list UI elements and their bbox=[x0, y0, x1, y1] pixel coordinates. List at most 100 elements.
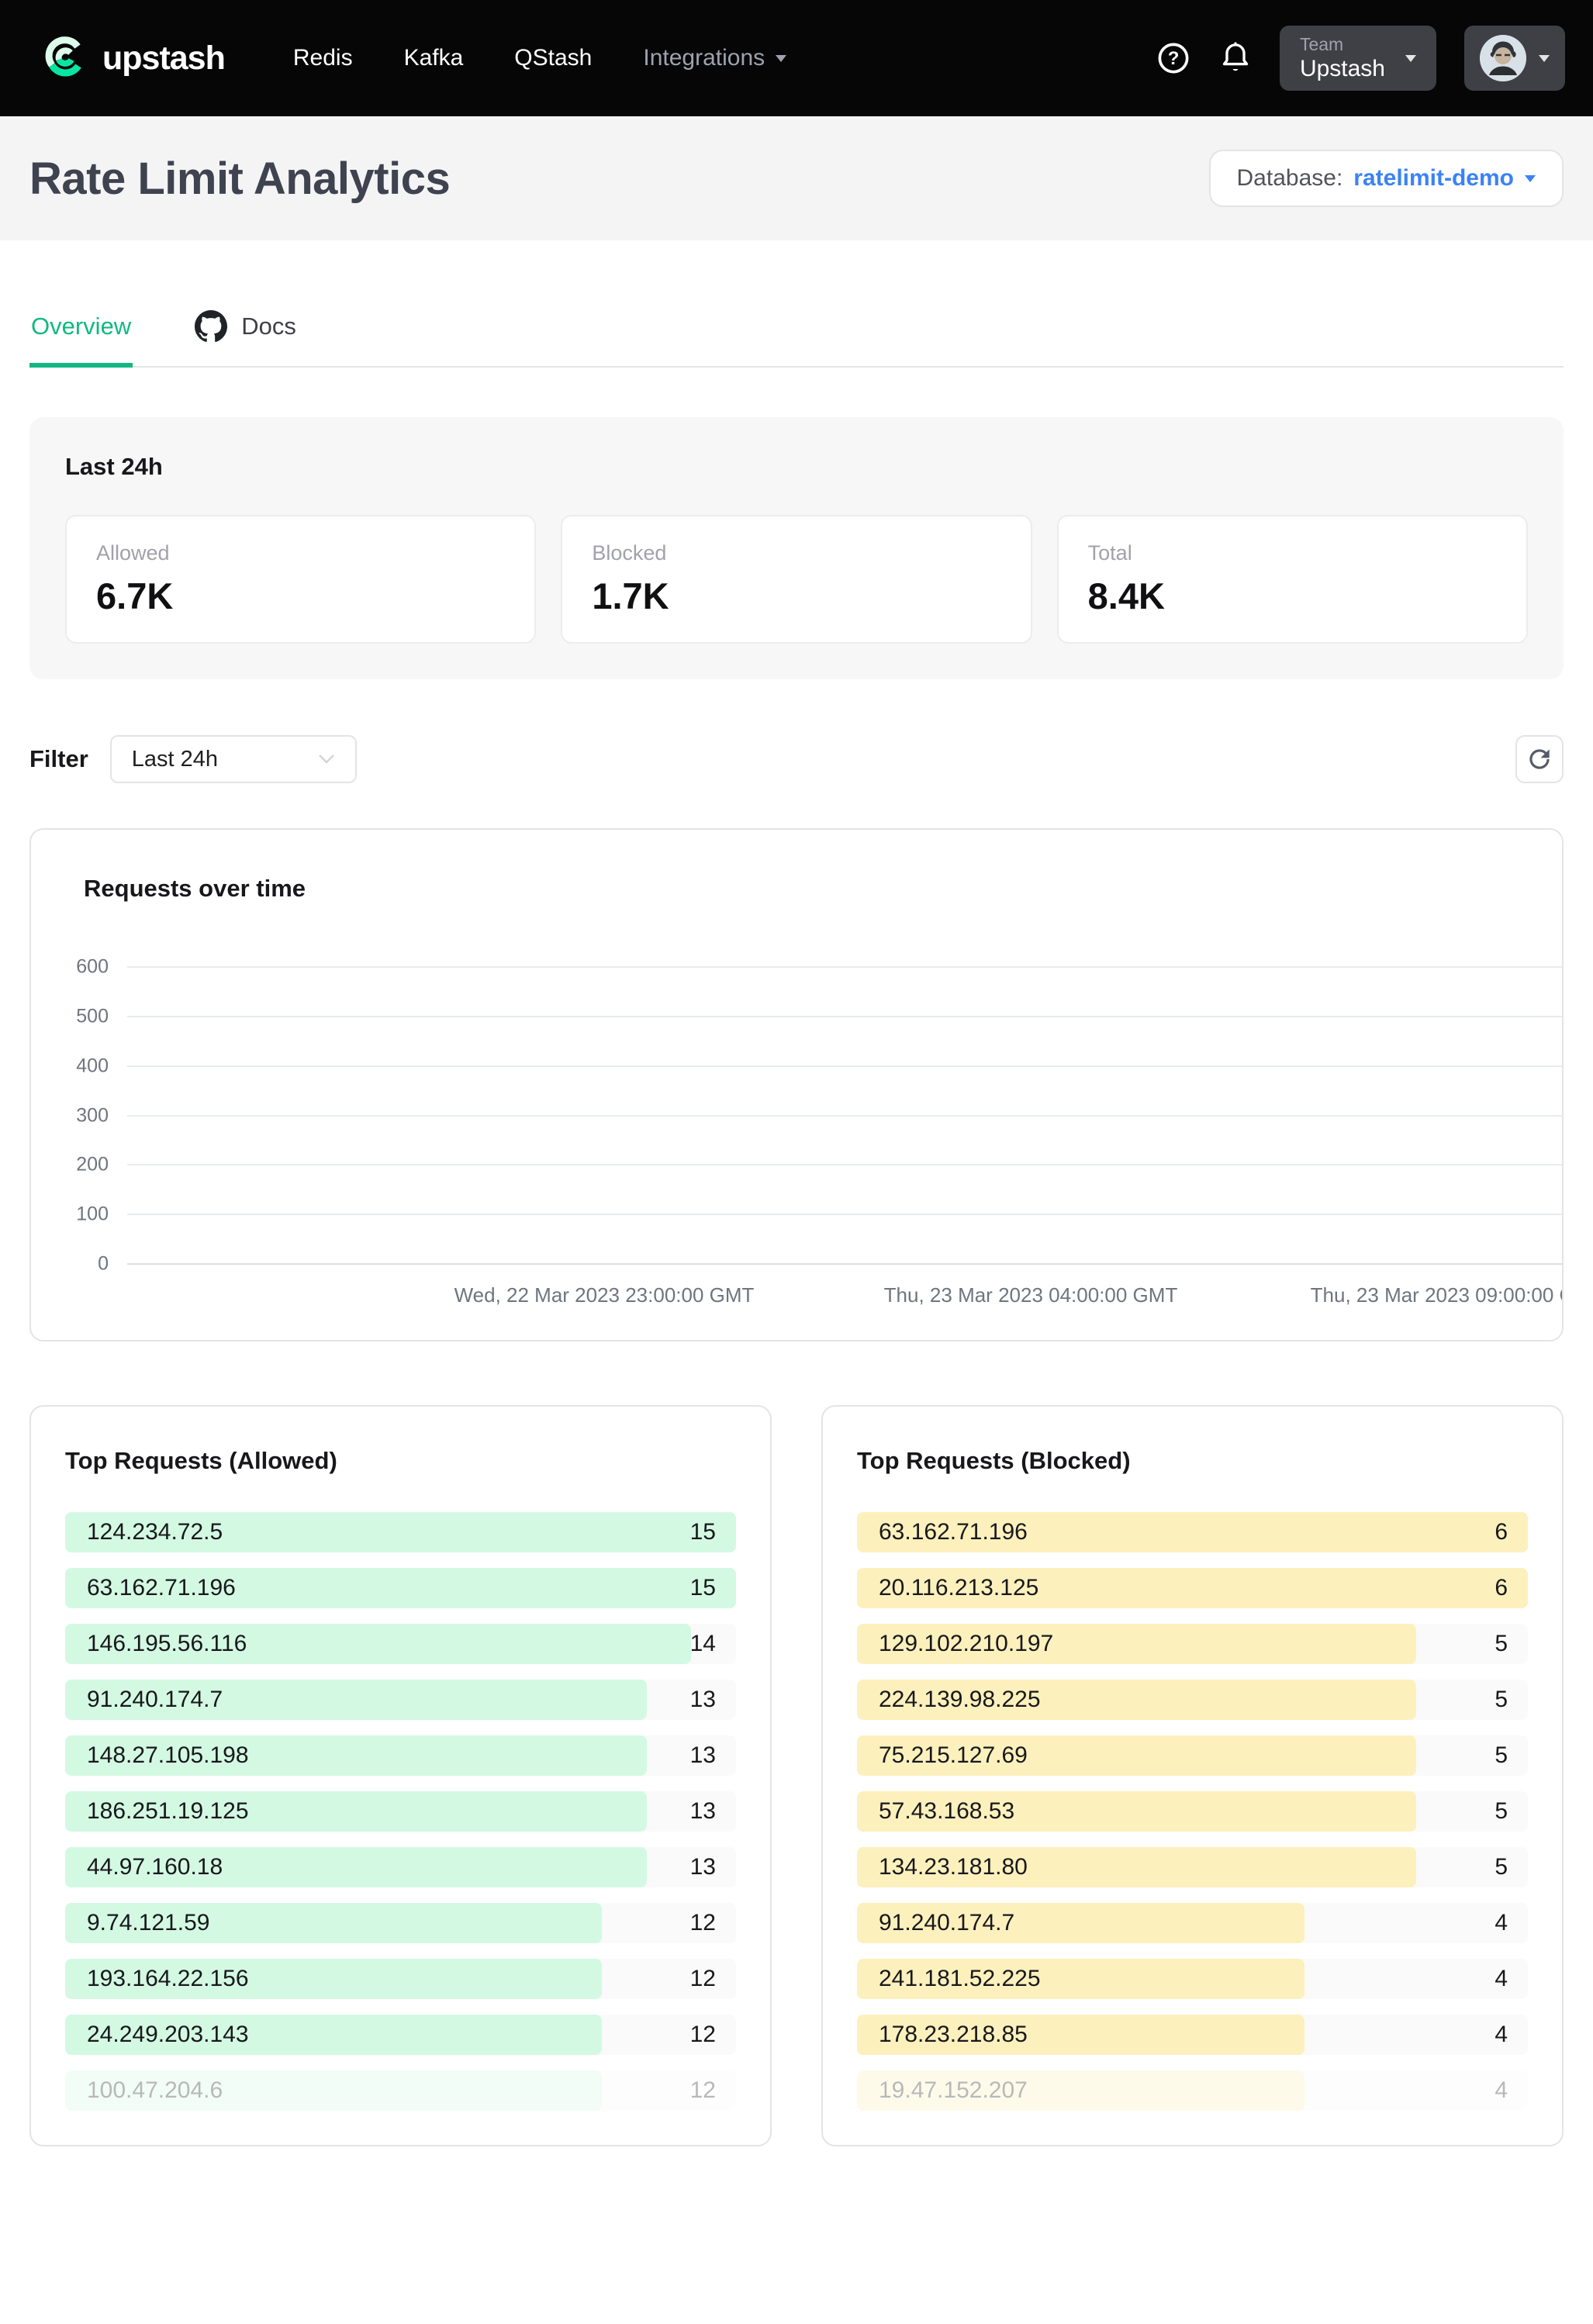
stat-label: Total bbox=[1088, 541, 1497, 565]
bar-slot-6 bbox=[562, 966, 647, 1263]
nav-item-qstash[interactable]: QStash bbox=[514, 45, 592, 71]
request-row: 178.23.218.854 bbox=[857, 2015, 1528, 2055]
bell-icon bbox=[1219, 40, 1252, 76]
row-count: 4 bbox=[1495, 2022, 1508, 2048]
row-ip: 19.47.152.207 bbox=[879, 2077, 1028, 2104]
request-row: 241.181.52.225 4 bbox=[857, 1959, 1528, 1999]
blocked-list-card: Top Requests (Blocked) 63.162.71.196620.… bbox=[821, 1405, 1564, 2146]
chart-plot-area: 0100200300400500600Wed, 22 Mar 2023 23:0… bbox=[127, 966, 1564, 1263]
bar-slot-3 bbox=[306, 966, 391, 1263]
stat-card-blocked: Blocked1.7K bbox=[561, 515, 1031, 644]
top-requests-section: Top Requests (Allowed) 124.234.72.51563.… bbox=[29, 1405, 1564, 2146]
row-ip: 241.181.52.225 bbox=[879, 1966, 1041, 1992]
allowed-list-title: Top Requests (Allowed) bbox=[65, 1447, 736, 1475]
row-ip: 129.102.210.197 bbox=[879, 1631, 1053, 1657]
row-count: 5 bbox=[1495, 1742, 1508, 1769]
row-ip: 134.23.181.80 bbox=[879, 1854, 1028, 1880]
time-range-select[interactable]: Last 24h bbox=[110, 735, 357, 783]
blocked-list-title: Top Requests (Blocked) bbox=[857, 1447, 1528, 1475]
stat-value: 8.4K bbox=[1088, 575, 1497, 617]
request-row: 63.162.71.19615 bbox=[65, 1568, 736, 1608]
y-axis-tick: 200 bbox=[76, 1154, 109, 1176]
nav-item-integrations[interactable]: Integrations bbox=[643, 45, 786, 71]
database-selector[interactable]: Database: ratelimit-demo bbox=[1209, 150, 1564, 207]
top-nav: upstash RedisKafkaQStash Integrations ? … bbox=[0, 0, 1593, 116]
tab-overview[interactable]: Overview bbox=[29, 292, 133, 366]
x-axis-label: Wed, 22 Mar 2023 23:00:00 GMT bbox=[454, 1283, 755, 1307]
page-title: Rate Limit Analytics bbox=[29, 153, 450, 205]
row-count: 5 bbox=[1495, 1687, 1508, 1713]
nav-item-redis[interactable]: Redis bbox=[293, 45, 353, 71]
row-count: 13 bbox=[690, 1854, 716, 1880]
row-ip: 100.47.204.6 bbox=[87, 2077, 223, 2104]
request-row: 193.164.22.15612 bbox=[65, 1959, 736, 1999]
team-switcher[interactable]: Team Upstash bbox=[1280, 26, 1436, 91]
stats-heading: Last 24h bbox=[65, 453, 1528, 481]
database-value: ratelimit-demo bbox=[1353, 165, 1514, 192]
bar-slot-11 bbox=[988, 966, 1073, 1263]
row-ip: 146.195.56.116 bbox=[87, 1631, 247, 1657]
row-count: 13 bbox=[690, 1798, 716, 1825]
request-row: 75.215.127.69 5 bbox=[857, 1735, 1528, 1776]
row-ip: 75.215.127.69 bbox=[879, 1742, 1028, 1769]
row-count: 12 bbox=[690, 1966, 716, 1992]
refresh-icon bbox=[1525, 744, 1554, 774]
row-ip: 20.116.213.125 bbox=[879, 1575, 1038, 1601]
row-ip: 63.162.71.196 bbox=[879, 1519, 1028, 1545]
request-row: 44.97.160.1813 bbox=[65, 1847, 736, 1887]
x-axis-label: Thu, 23 Mar 2023 04:00:00 GMT bbox=[884, 1283, 1178, 1307]
y-axis-tick: 100 bbox=[76, 1203, 109, 1226]
row-ip: 148.27.105.198 bbox=[87, 1742, 249, 1769]
request-row: 134.23.181.805 bbox=[857, 1847, 1528, 1887]
allowed-list-rows: 124.234.72.5 1563.162.71.19615 146.195.56.… bbox=[65, 1512, 736, 2111]
row-count: 15 bbox=[690, 1575, 716, 1601]
y-axis-tick: 0 bbox=[98, 1253, 109, 1276]
bar-slot-5 bbox=[476, 966, 562, 1263]
row-count: 4 bbox=[1495, 1910, 1508, 1936]
row-count: 6 bbox=[1495, 1575, 1508, 1601]
y-axis-tick: 500 bbox=[76, 1005, 109, 1027]
bar-slot-8 bbox=[732, 966, 817, 1263]
nav-item-kafka[interactable]: Kafka bbox=[404, 45, 464, 71]
bar-slot-14 bbox=[1244, 966, 1329, 1263]
y-axis-tick: 300 bbox=[76, 1104, 109, 1127]
row-ip: 24.249.203.143 bbox=[87, 2022, 249, 2048]
row-ip: 186.251.19.125 bbox=[87, 1798, 249, 1825]
bar-slot-2 bbox=[220, 966, 306, 1263]
request-row: 20.116.213.125 6 bbox=[857, 1568, 1528, 1608]
brand[interactable]: upstash bbox=[43, 35, 225, 82]
refresh-button[interactable] bbox=[1515, 735, 1564, 783]
brand-name: upstash bbox=[102, 40, 225, 78]
chevron-down-icon bbox=[1525, 175, 1536, 182]
y-axis-tick: 600 bbox=[76, 956, 109, 979]
account-menu[interactable] bbox=[1464, 26, 1565, 91]
gridline-0 bbox=[127, 1263, 1564, 1265]
row-count: 4 bbox=[1495, 2077, 1508, 2104]
row-ip: 224.139.98.225 bbox=[879, 1687, 1041, 1713]
github-icon bbox=[195, 310, 227, 343]
help-button[interactable]: ? bbox=[1156, 40, 1191, 76]
chevron-down-icon bbox=[1405, 55, 1416, 62]
request-row: 148.27.105.19813 bbox=[65, 1735, 736, 1776]
row-ip: 124.234.72.5 bbox=[87, 1519, 223, 1545]
request-row: 63.162.71.1966 bbox=[857, 1512, 1528, 1552]
tab-docs[interactable]: Docs bbox=[193, 292, 298, 366]
stat-card-allowed: Allowed6.7K bbox=[65, 515, 536, 644]
row-ip: 91.240.174.7 bbox=[87, 1687, 223, 1713]
page-header: Rate Limit Analytics Database: ratelimit… bbox=[0, 116, 1593, 240]
chart-title: Requests over time bbox=[84, 875, 306, 903]
request-row: 186.251.19.125 13 bbox=[65, 1791, 736, 1832]
bar-slot-16 bbox=[1415, 966, 1500, 1263]
notifications-button[interactable] bbox=[1219, 40, 1252, 76]
help-icon: ? bbox=[1156, 40, 1191, 76]
bar-slot-13 bbox=[1159, 966, 1244, 1263]
row-count: 4 bbox=[1495, 1966, 1508, 1992]
request-row: 19.47.152.207 4 bbox=[857, 2070, 1528, 2111]
x-axis-label: Thu, 23 Mar 2023 09:00:00 GMT bbox=[1311, 1283, 1564, 1307]
database-label: Database: bbox=[1237, 165, 1343, 192]
row-count: 5 bbox=[1495, 1631, 1508, 1657]
nav-links: Redis Kafka QStash bbox=[293, 45, 592, 71]
chevron-down-icon bbox=[1539, 55, 1550, 62]
stat-label: Blocked bbox=[592, 541, 1000, 565]
request-row: 224.139.98.225 5 bbox=[857, 1680, 1528, 1720]
